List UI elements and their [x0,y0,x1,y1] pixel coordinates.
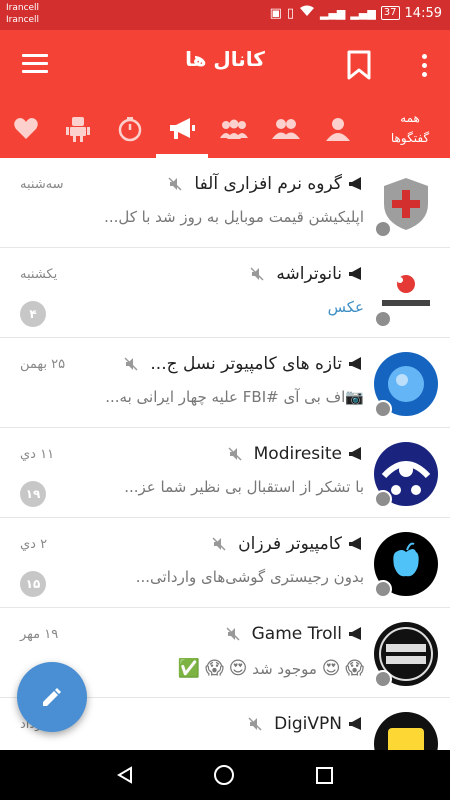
megaphone-icon [349,177,361,190]
chat-preview: بدون رجیستری گوشی‌های وارداتی... [135,568,364,586]
robot-icon [66,117,90,142]
chat-row[interactable]: گروه نرم افزاری آلفا سه‌شنبه اپلیکیشن قی… [0,158,450,248]
muted-icon [228,447,242,461]
back-icon[interactable] [116,766,134,784]
chat-title: Modiresite [253,444,342,464]
muted-icon [212,537,226,551]
app-bar: کانال ها [0,30,450,100]
chat-preview: 😱 😍 موجود شد 😍 😱 ✅ [177,658,364,679]
chat-row[interactable]: تازه های کامپیوتر نسل ج... ۲۵ بهمن 📷اف ب… [0,338,450,428]
chat-date: ۲۵ بهمن [20,357,66,372]
online-status-dot [374,490,392,508]
signal-icon: ▂▄▆ [320,6,346,20]
emoji-heart-eyes-icon: 😍 [321,658,341,679]
vibrate-icon: ▯ [286,5,295,21]
megaphone-icon [349,717,361,730]
timer-icon [118,117,142,142]
emoji-heart-eyes-icon: 😍 [228,658,248,679]
two-people-icon [272,119,300,139]
megaphone-icon [349,627,361,640]
chat-name: Game Troll [226,624,364,644]
page-title: کانال ها [185,47,265,71]
tab-all-chats[interactable]: همه گفتگوها [380,108,440,148]
megaphone-icon [349,267,361,280]
tab-favorites[interactable] [2,100,50,158]
home-icon[interactable] [214,765,234,785]
chat-row[interactable]: نانوتراشه یکشنبه عکس ۴ [0,248,450,338]
online-status-dot [374,670,392,688]
chat-name: Modiresite [228,444,364,464]
tab-channels[interactable] [158,100,206,158]
chat-preview: با تشکر از استقبال بی نظیر شما عز... [124,478,364,496]
chat-title: نانوتراشه [276,264,342,284]
chat-date: ۱۹ مهر [20,627,59,642]
chat-name: گروه نرم افزاری آلفا [168,174,364,194]
tab-unread[interactable] [106,100,154,158]
megaphone-icon [349,357,361,370]
unread-count-badge: ۱۹ [20,481,46,507]
chat-row[interactable]: Modiresite ۱۱ دي با تشکر از استقبال بی ن… [0,428,450,518]
tab-bots[interactable] [54,100,102,158]
clock: 14:59 [404,5,442,21]
notification-icon: ▣ [269,5,282,21]
compose-button[interactable] [17,662,87,732]
system-nav-bar [0,750,450,800]
muted-icon [226,627,240,641]
filter-tab-bar: همه گفتگوها [0,100,450,158]
tab-all-label-line1: همه [400,111,420,125]
chat-date: یکشنبه [20,267,58,282]
wifi-icon [299,5,315,21]
group-icon [220,119,248,139]
chat-row[interactable]: کامپیوتر فرزان ۲ دي بدون رجیستری گوشی‌ها… [0,518,450,608]
chat-title: Game Troll [251,624,342,644]
person-icon [326,118,350,141]
emoji-scream-icon: 😱 [345,658,364,679]
status-bar: Irancell Irancell ▣ ▯ ▂▄▆ ▂▄▆ 37 14:59 [0,0,450,30]
tab-supergroups[interactable] [210,100,258,158]
muted-icon [248,717,262,731]
carrier-label-1: Irancell [6,3,40,13]
megaphone-icon [349,447,361,460]
chat-preview: عکس [327,298,364,316]
unread-count-badge: ۴ [20,301,46,327]
chat-title: کامپیوتر فرزان [238,534,342,554]
chat-name: DigiVPN [248,714,364,734]
bookmark-icon[interactable] [346,50,372,84]
muted-icon [124,357,138,371]
chat-date: ۱۱ دي [20,447,55,462]
chat-name: نانوتراشه [250,264,364,284]
chat-title: گروه نرم افزاری آلفا [194,174,342,194]
online-status-dot [374,310,392,328]
chat-preview: 📷اف بی آی #FBI علیه چهار ایرانی به... [105,388,364,406]
online-status-dot [374,220,392,238]
online-status-dot [374,580,392,598]
pencil-icon [43,688,61,706]
chat-preview: اپلیکیشن قیمت موبایل به روز شد با کل... [104,208,364,226]
carrier-label-2: Irancell [6,15,40,25]
chat-name: کامپیوتر فرزان [212,534,364,554]
recents-icon[interactable] [316,767,333,784]
online-status-dot [374,400,392,418]
emoji-check-icon: ✅ [177,658,201,679]
megaphone-icon [349,537,361,550]
muted-icon [250,267,264,281]
chat-name: تازه های کامپیوتر نسل ج... [124,354,364,374]
battery-indicator: 37 [380,6,400,20]
more-options-icon[interactable] [422,54,428,81]
emoji-scream-icon: 😱 [205,658,224,679]
tab-groups[interactable] [262,100,310,158]
tab-all-label-line2: گفتگوها [390,131,430,145]
heart-icon [14,118,38,139]
chat-date: ۲ دي [20,537,48,552]
chat-title: DigiVPN [274,714,342,734]
signal-icon-2: ▂▄▆ [350,6,376,20]
unread-count-badge: ۱۵ [20,571,46,597]
camera-icon: 📷 [345,388,364,406]
megaphone-icon [170,118,195,139]
muted-icon [168,177,182,191]
chat-title: تازه های کامپیوتر نسل ج... [150,354,342,374]
chat-date: سه‌شنبه [20,177,64,192]
tab-contacts[interactable] [314,100,362,158]
